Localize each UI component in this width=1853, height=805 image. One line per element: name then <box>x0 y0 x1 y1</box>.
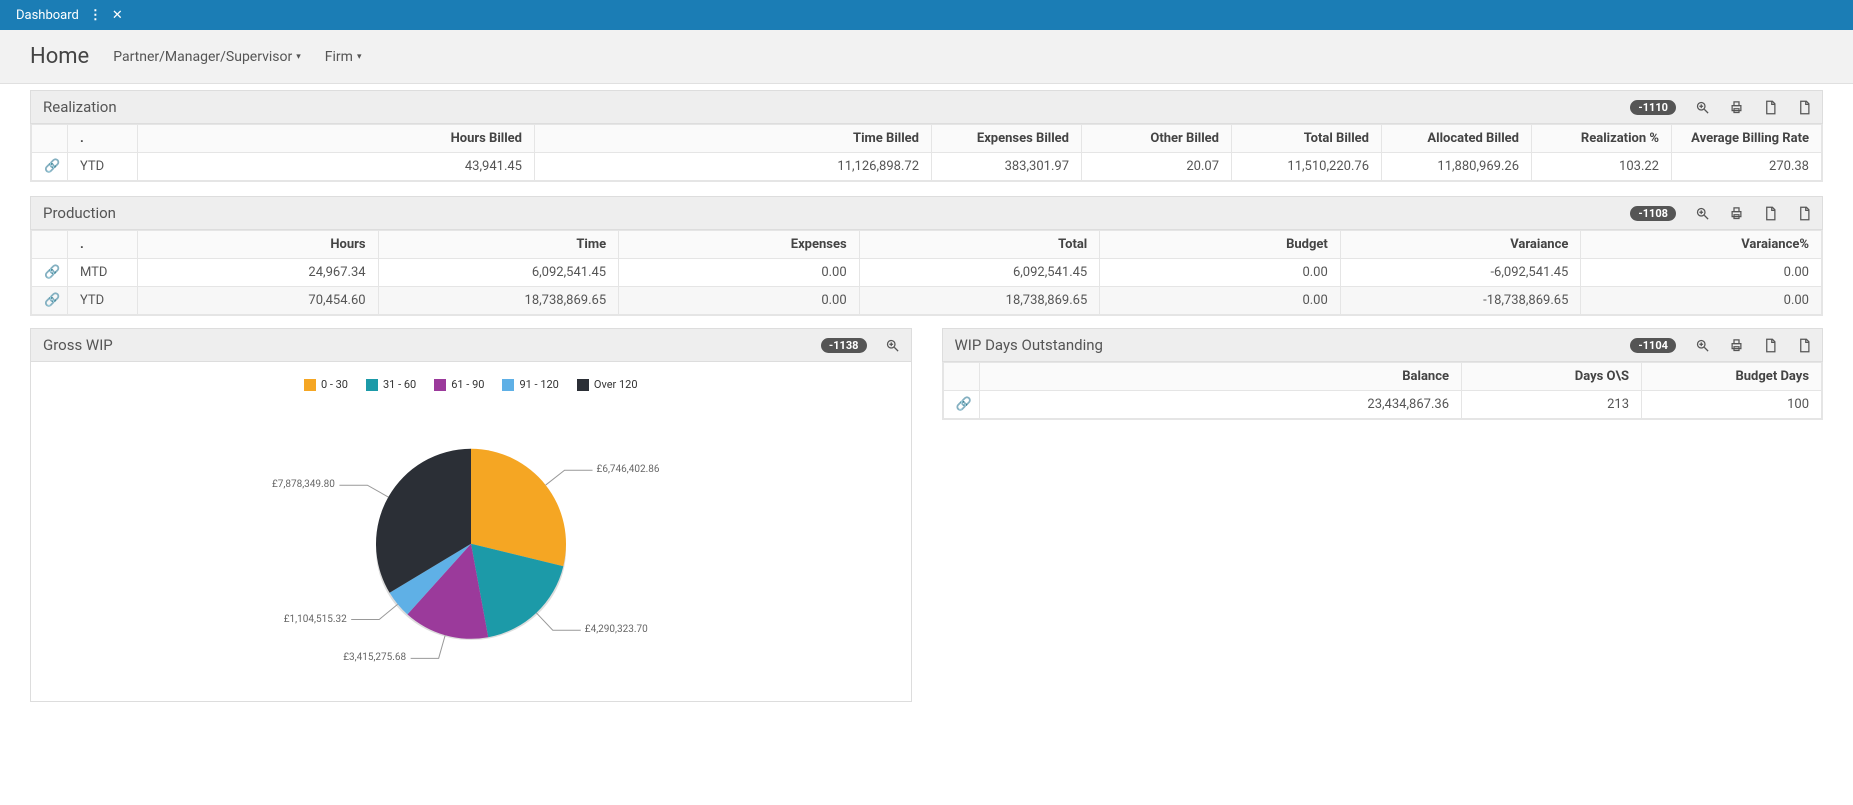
panel-title: Realization <box>41 98 117 116</box>
legend-swatch <box>577 379 589 391</box>
col-variance-pct: Varaiance% <box>1581 231 1822 259</box>
panel-realization: Realization -1110 . Hours Billed Time Bi… <box>30 90 1823 182</box>
zoom-icon[interactable] <box>1694 337 1710 353</box>
chevron-down-icon: ▾ <box>296 52 301 62</box>
link-icon[interactable]: 🔗 <box>32 287 68 315</box>
dropdown-firm[interactable]: Firm▾ <box>325 49 362 65</box>
link-icon[interactable]: 🔗 <box>943 391 979 419</box>
col-allocated-billed: Allocated Billed <box>1382 125 1532 153</box>
zoom-icon[interactable] <box>1694 205 1710 221</box>
chart-legend: 0 - 30 31 - 60 61 - 90 91 - 120 Over 120 <box>41 372 901 393</box>
col-balance: Balance <box>979 363 1462 391</box>
link-icon[interactable]: 🔗 <box>32 259 68 287</box>
col-period: . <box>68 125 138 153</box>
print-icon[interactable] <box>1728 205 1744 221</box>
breadcrumb-bar: Home Partner/Manager/Supervisor▾ Firm▾ <box>0 30 1853 84</box>
zoom-icon[interactable] <box>885 337 901 353</box>
tab-menu-icon[interactable]: ⋮ <box>89 8 102 23</box>
tab-label: Dashboard <box>16 8 79 23</box>
legend-item[interactable]: Over 120 <box>577 378 638 391</box>
export-icon[interactable] <box>1796 337 1812 353</box>
legend-item[interactable]: 61 - 90 <box>434 378 484 391</box>
page-title: Home <box>30 44 89 69</box>
col-expenses: Expenses <box>619 231 860 259</box>
legend-item[interactable]: 91 - 120 <box>502 378 558 391</box>
legend-item[interactable]: 31 - 60 <box>366 378 416 391</box>
col-total-billed: Total Billed <box>1232 125 1382 153</box>
zoom-icon[interactable] <box>1694 99 1710 115</box>
top-bar: Dashboard ⋮ ✕ <box>0 0 1853 30</box>
col-budget-days: Budget Days <box>1642 363 1822 391</box>
status-badge: -1110 <box>1630 100 1676 115</box>
legend-swatch <box>434 379 446 391</box>
document-icon[interactable] <box>1762 205 1778 221</box>
col-avg-billing-rate: Average Billing Rate <box>1672 125 1822 153</box>
col-variance: Varaiance <box>1340 231 1581 259</box>
pie-chart <box>41 393 901 683</box>
col-realization-pct: Realization % <box>1532 125 1672 153</box>
col-expenses-billed: Expenses Billed <box>932 125 1082 153</box>
table-row[interactable]: 🔗 MTD 24,967.34 6,092,541.45 0.00 6,092,… <box>32 259 1822 287</box>
export-icon[interactable] <box>1796 205 1812 221</box>
col-hours-billed: Hours Billed <box>138 125 535 153</box>
status-badge: -1138 <box>821 338 867 353</box>
col-time: Time <box>378 231 619 259</box>
panel-production: Production -1108 . Hours Time Expenses T… <box>30 196 1823 316</box>
panel-title: Gross WIP <box>41 336 113 354</box>
col-period: . <box>68 231 138 259</box>
status-badge: -1108 <box>1630 206 1676 221</box>
panel-title: Production <box>41 204 116 222</box>
col-days-os: Days O\S <box>1462 363 1642 391</box>
tab-dashboard[interactable]: Dashboard ⋮ ✕ <box>10 4 129 27</box>
export-icon[interactable] <box>1796 99 1812 115</box>
gross-wip-chart: 0 - 3031 - 6061 - 9091 - 120Over 120 £6,… <box>30 362 912 702</box>
close-icon[interactable]: ✕ <box>112 8 123 23</box>
panel-wip-days: WIP Days Outstanding -1104 Balance Days <box>942 328 1824 420</box>
panel-gross-wip: Gross WIP -1138 0 - 30 31 - 60 61 - 90 91 -… <box>30 328 912 702</box>
print-icon[interactable] <box>1728 337 1744 353</box>
table-row[interactable]: 🔗 YTD 70,454.60 18,738,869.65 0.00 18,73… <box>32 287 1822 315</box>
table-row[interactable]: 🔗 YTD 43,941.45 11,126,898.72 383,301.97… <box>32 153 1822 181</box>
panel-title: WIP Days Outstanding <box>953 336 1103 354</box>
legend-swatch <box>366 379 378 391</box>
link-icon[interactable]: 🔗 <box>32 153 68 181</box>
status-badge: -1104 <box>1630 338 1676 353</box>
col-total: Total <box>859 231 1100 259</box>
legend-item[interactable]: 0 - 30 <box>304 378 348 391</box>
document-icon[interactable] <box>1762 337 1778 353</box>
col-hours: Hours <box>138 231 379 259</box>
production-table: . Hours Time Expenses Total Budget Varai… <box>31 230 1822 315</box>
chevron-down-icon: ▾ <box>357 52 362 62</box>
wip-days-table: Balance Days O\S Budget Days 🔗 23,434,86… <box>943 362 1823 419</box>
legend-swatch <box>304 379 316 391</box>
dropdown-partner[interactable]: Partner/Manager/Supervisor▾ <box>113 49 301 65</box>
col-other-billed: Other Billed <box>1082 125 1232 153</box>
col-time-billed: Time Billed <box>535 125 932 153</box>
table-row[interactable]: 🔗 23,434,867.36 213 100 <box>943 391 1822 419</box>
realization-table: . Hours Billed Time Billed Expenses Bill… <box>31 124 1822 181</box>
document-icon[interactable] <box>1762 99 1778 115</box>
col-budget: Budget <box>1100 231 1341 259</box>
print-icon[interactable] <box>1728 99 1744 115</box>
legend-swatch <box>502 379 514 391</box>
